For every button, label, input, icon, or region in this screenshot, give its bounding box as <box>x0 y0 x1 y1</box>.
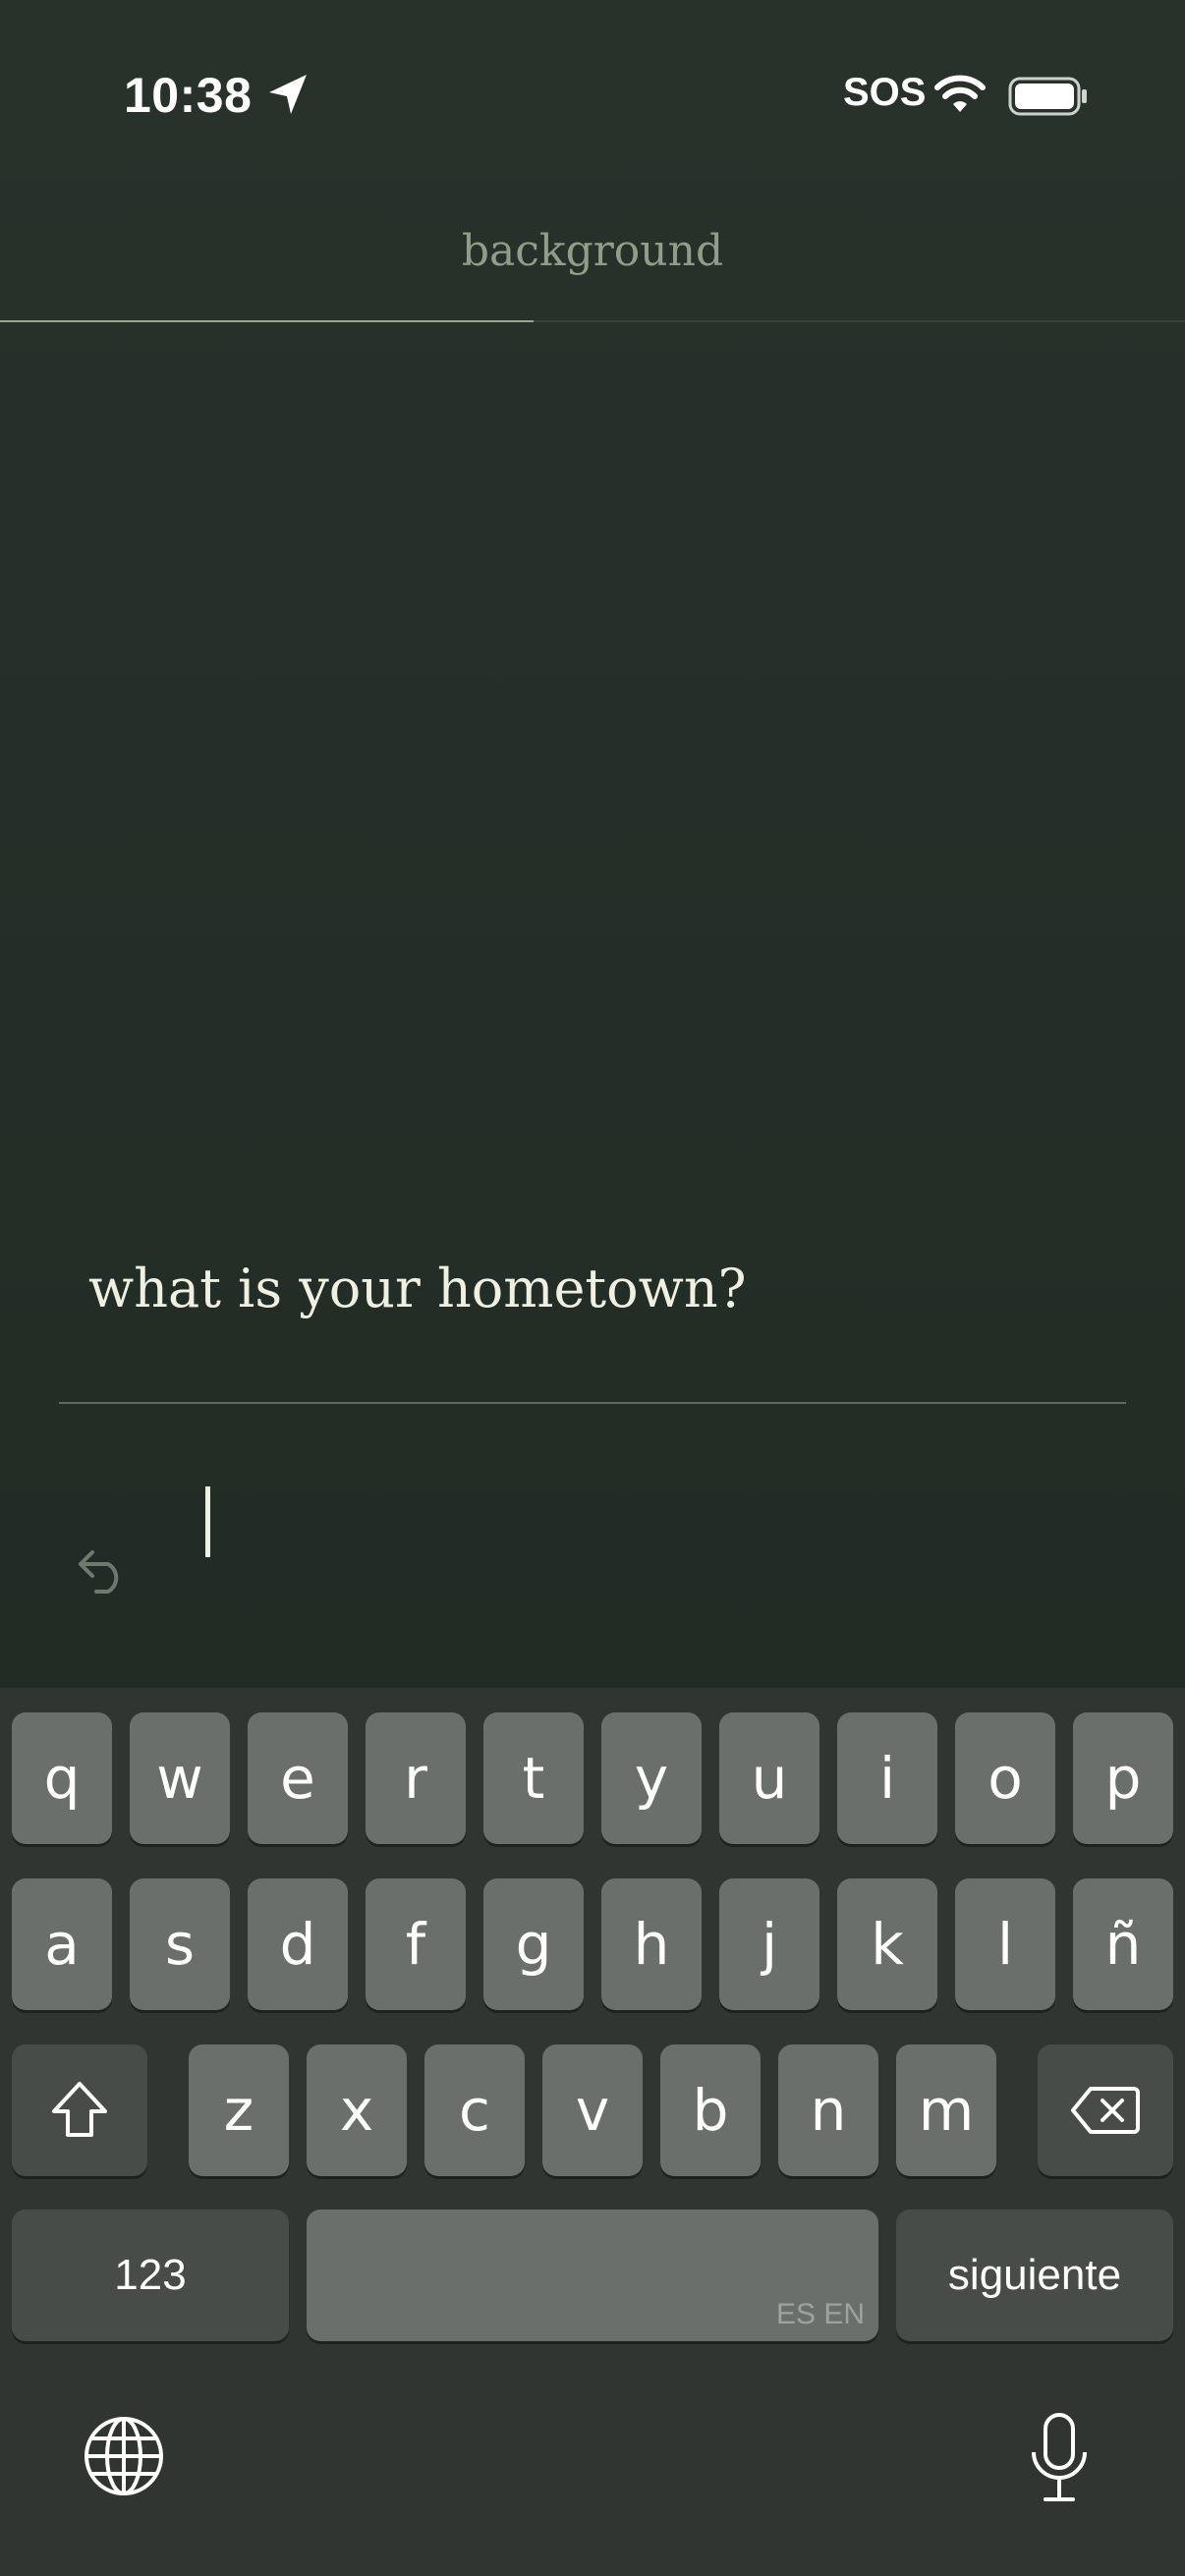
key-t[interactable]: t <box>483 1712 584 1844</box>
microphone-icon[interactable] <box>1028 2411 1091 2505</box>
key-l[interactable]: l <box>955 1878 1055 2010</box>
numbers-key[interactable]: 123 <box>12 2210 289 2341</box>
key-y[interactable]: y <box>601 1712 702 1844</box>
app-screen: 10:38 SOS background what is your hometo… <box>0 0 1185 1688</box>
key-e[interactable]: e <box>248 1712 348 1844</box>
delete-icon <box>1071 2087 1140 2134</box>
key-k[interactable]: k <box>837 1878 937 2010</box>
answer-input[interactable] <box>197 1474 1081 1562</box>
key-d[interactable]: d <box>248 1878 348 2010</box>
section-title: background <box>461 226 724 276</box>
next-key[interactable]: siguiente <box>896 2210 1173 2341</box>
key-i[interactable]: i <box>837 1712 937 1844</box>
key-ñ[interactable]: ñ <box>1073 1878 1173 2010</box>
key-r[interactable]: r <box>366 1712 466 1844</box>
space-language-label: ES EN <box>775 2298 865 2330</box>
key-v[interactable]: v <box>542 2044 643 2176</box>
key-h[interactable]: h <box>601 1878 702 2010</box>
key-s[interactable]: s <box>130 1878 230 2010</box>
shift-icon <box>52 2082 107 2137</box>
key-q[interactable]: q <box>12 1712 112 1844</box>
shift-key[interactable] <box>12 2044 147 2176</box>
globe-icon[interactable] <box>83 2415 165 2497</box>
key-f[interactable]: f <box>366 1878 466 2010</box>
key-g[interactable]: g <box>483 1878 584 2010</box>
space-key[interactable]: ES EN <box>307 2210 878 2341</box>
delete-key[interactable] <box>1038 2044 1173 2176</box>
question-text: what is your hometown? <box>88 1258 747 1319</box>
question-divider <box>59 1402 1126 1404</box>
key-w[interactable]: w <box>130 1712 230 1844</box>
battery-icon <box>1008 77 1087 116</box>
keyboard: qwertyuiop asdfghjklñ zxcvbnm 123 ES EN … <box>0 1688 1185 2576</box>
key-j[interactable]: j <box>719 1878 819 2010</box>
location-arrow-icon <box>269 75 307 114</box>
key-b[interactable]: b <box>660 2044 761 2176</box>
progress-bar-fill <box>0 320 534 322</box>
key-o[interactable]: o <box>955 1712 1055 1844</box>
key-u[interactable]: u <box>719 1712 819 1844</box>
key-c[interactable]: c <box>424 2044 525 2176</box>
text-cursor <box>205 1486 210 1557</box>
key-z[interactable]: z <box>189 2044 289 2176</box>
key-m[interactable]: m <box>896 2044 996 2176</box>
key-n[interactable]: n <box>778 2044 878 2176</box>
status-time: 10:38 <box>124 68 253 123</box>
progress-bar <box>0 320 1185 322</box>
undo-icon[interactable] <box>75 1544 130 1596</box>
key-p[interactable]: p <box>1073 1712 1173 1844</box>
key-x[interactable]: x <box>307 2044 407 2176</box>
key-a[interactable]: a <box>12 1878 112 2010</box>
wifi-icon <box>934 75 986 112</box>
sos-indicator: SOS <box>843 71 927 114</box>
